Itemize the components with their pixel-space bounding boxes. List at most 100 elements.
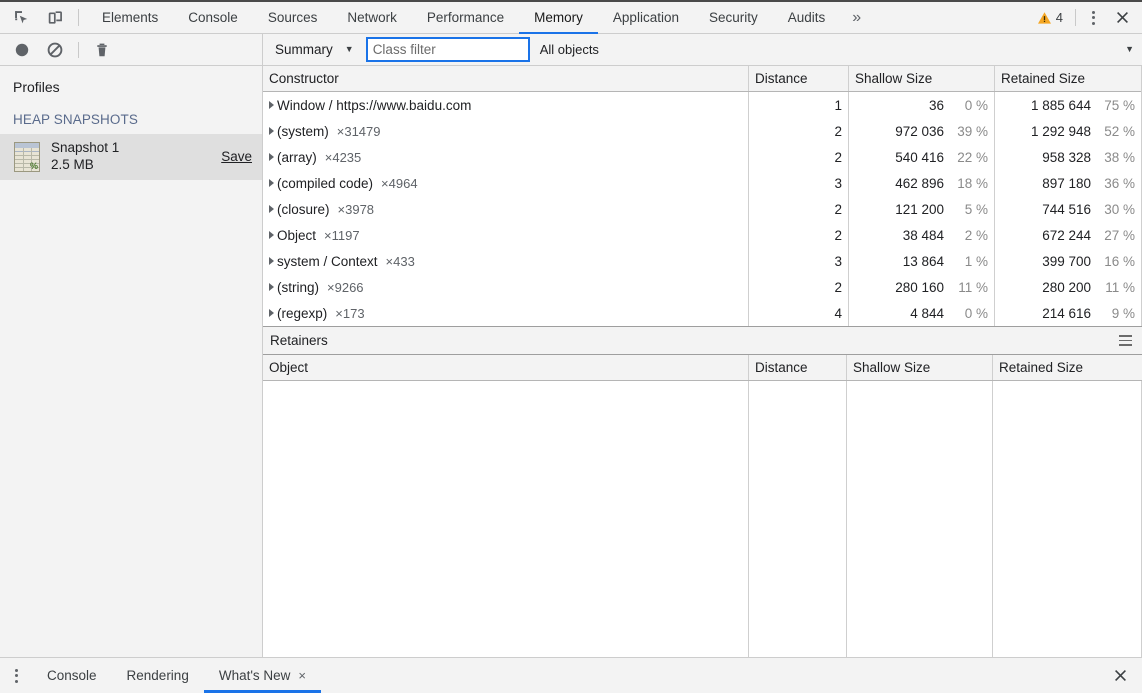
tab-elements[interactable]: Elements [87,2,173,33]
cell-distance: 1 [749,92,849,118]
cell-retained-size: 280 20011 % [995,274,1141,300]
tab-label: Sources [268,10,318,25]
table-row[interactable]: (closure)×39782121 2005 %744 51630 % [263,196,1141,222]
profiles-sidebar-content: Profiles HEAP SNAPSHOTS % [0,66,262,657]
column-header-ret-distance[interactable]: Distance [749,355,847,380]
column-header-retained-size[interactable]: Retained Size [995,66,1141,91]
shallow-size-value: 280 160 [895,280,944,295]
expand-triangle-icon[interactable] [269,179,274,187]
table-row[interactable]: (regexp)×17344 8440 %214 6169 % [263,300,1141,326]
objects-scope-select[interactable]: All objects ▼ [540,42,1136,57]
close-drawer-icon[interactable] [1106,663,1134,689]
tab-console[interactable]: Console [173,2,253,33]
class-filter-input[interactable] [366,37,530,62]
tab-label: Elements [102,10,158,25]
retainers-title: Retainers [270,333,328,348]
memory-panel: Summary ▼ All objects ▼ Constructor Dist… [263,34,1142,657]
expand-triangle-icon[interactable] [269,101,274,109]
constructor-count: ×31479 [337,124,381,139]
constructor-name: (closure) [277,202,330,217]
column-header-distance[interactable]: Distance [749,66,849,91]
cell-distance: 2 [749,118,849,144]
column-header-ret-retained-size[interactable]: Retained Size [993,355,1142,380]
table-row[interactable]: system / Context×433313 8641 %399 70016 … [263,248,1141,274]
tab-label: Memory [534,10,583,25]
drawer-tab-rendering[interactable]: Rendering [112,658,204,693]
table-row[interactable]: (string)×92662280 16011 %280 20011 % [263,274,1141,300]
clear-no-entry-icon[interactable] [42,37,68,63]
drawer-tab-console[interactable]: Console [32,658,112,693]
summary-header-row: Constructor Distance Shallow Size Retain… [263,66,1141,92]
tab-network[interactable]: Network [332,2,412,33]
retained-size-percent: 52 % [1097,124,1135,139]
retainers-section: Retainers Object Distance Shallow Size R… [263,326,1142,657]
constructor-name: Window / https://www.baidu.com [277,98,471,113]
cell-constructor: (compiled code)×4964 [263,170,749,196]
cell-shallow-size: 4 8440 % [849,300,995,326]
cell-distance: 2 [749,274,849,300]
tab-application[interactable]: Application [598,2,694,33]
column-header-ret-shallow-size[interactable]: Shallow Size [847,355,993,380]
expand-triangle-icon[interactable] [269,309,274,317]
drawer-more-options-icon[interactable] [0,658,32,693]
retained-size-value: 958 328 [1042,150,1091,165]
retained-size-percent: 11 % [1097,280,1135,295]
expand-triangle-icon[interactable] [269,257,274,265]
tab-sources[interactable]: Sources [253,2,333,33]
table-row[interactable]: (system)×314792972 03639 %1 292 94852 % [263,118,1141,144]
table-row[interactable]: Object×1197238 4842 %672 24427 % [263,222,1141,248]
constructor-name: (compiled code) [277,176,373,191]
column-header-constructor[interactable]: Constructor [263,66,749,91]
tab-label: Network [347,10,397,25]
table-row[interactable]: Window / https://www.baidu.com1360 %1 88… [263,92,1141,118]
retained-size-value: 897 180 [1042,176,1091,191]
cell-retained-size: 897 18036 % [995,170,1141,196]
table-row[interactable]: (array)×42352540 41622 %958 32838 % [263,144,1141,170]
retained-size-percent: 30 % [1097,202,1135,217]
retained-size-percent: 75 % [1097,98,1135,113]
save-snapshot-link[interactable]: Save [221,149,252,164]
snapshot-size: 2.5 MB [51,157,213,174]
snapshot-icon-percent-glyph: % [30,162,38,171]
trash-icon[interactable] [89,37,115,63]
tab-memory[interactable]: Memory [519,2,598,33]
shallow-size-value: 38 484 [903,228,944,243]
toolbar-right-group: 4 [1033,2,1142,33]
warning-badge[interactable]: 4 [1033,5,1071,31]
cell-retained-size: 958 32838 % [995,144,1141,170]
record-circle-icon[interactable] [9,37,35,63]
tab-audits[interactable]: Audits [773,2,841,33]
shallow-size-value: 36 [929,98,944,113]
devtools-drawer: Console Rendering What's New × [0,657,1142,693]
cell-shallow-size: 360 % [849,92,995,118]
expand-triangle-icon[interactable] [269,205,274,213]
chevron-down-icon-2: ▼ [1125,45,1134,54]
tab-performance[interactable]: Performance [412,2,519,33]
column-header-object[interactable]: Object [263,355,749,380]
more-options-icon[interactable] [1080,5,1106,31]
expand-triangle-icon[interactable] [269,283,274,291]
table-row[interactable]: (compiled code)×49643462 89618 %897 1803… [263,170,1141,196]
drawer-tab-whats-new[interactable]: What's New × [204,658,321,693]
inspect-element-icon[interactable] [8,5,34,31]
retained-size-value: 744 516 [1042,202,1091,217]
retainers-col-object-empty [263,381,749,657]
cell-retained-size: 1 292 94852 % [995,118,1141,144]
snapshot-list-item[interactable]: % Snapshot 1 2.5 MB Save [0,134,262,180]
expand-triangle-icon[interactable] [269,153,274,161]
device-toolbar-icon[interactable] [42,5,68,31]
cell-constructor: system / Context×433 [263,248,749,274]
close-icon[interactable] [1108,5,1136,31]
view-mode-select[interactable]: Summary ▼ [271,38,358,62]
column-header-shallow-size[interactable]: Shallow Size [849,66,995,91]
shallow-size-percent: 0 % [950,306,988,321]
cell-distance: 2 [749,144,849,170]
more-tabs-button[interactable]: » [840,2,873,33]
cell-retained-size: 214 6169 % [995,300,1141,326]
close-tab-icon[interactable]: × [298,669,306,682]
expand-triangle-icon[interactable] [269,231,274,239]
tab-security[interactable]: Security [694,2,773,33]
summary-rows-container: Window / https://www.baidu.com1360 %1 88… [263,92,1141,326]
hamburger-menu-icon[interactable] [1117,331,1134,350]
expand-triangle-icon[interactable] [269,127,274,135]
